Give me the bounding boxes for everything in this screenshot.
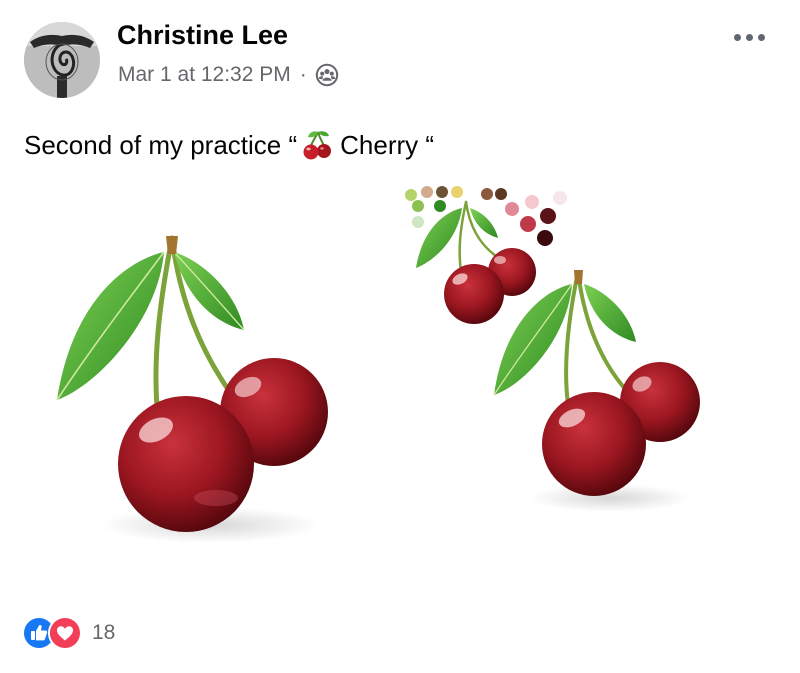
cherry-emoji bbox=[301, 129, 335, 161]
cherry-illustration-small bbox=[416, 200, 536, 324]
post-image[interactable] bbox=[0, 180, 800, 580]
author-avatar[interactable] bbox=[24, 22, 100, 98]
more-dot bbox=[757, 33, 765, 41]
reaction-count: 18 bbox=[92, 621, 116, 644]
more-dot bbox=[745, 33, 753, 41]
meta-separator: · bbox=[299, 63, 307, 86]
post-timestamp[interactable]: Mar 1 at 12:32 PM bbox=[118, 63, 291, 87]
post-text: Second of my practice “ Cherry “ bbox=[24, 129, 434, 161]
friends-icon[interactable] bbox=[315, 63, 339, 87]
author-name[interactable]: Christine Lee bbox=[117, 20, 288, 51]
post-text-after: Cherry “ bbox=[340, 129, 435, 160]
more-dot bbox=[733, 33, 741, 41]
love-icon bbox=[48, 616, 82, 650]
post-text-before: Second of my practice “ bbox=[24, 129, 298, 160]
reactions-summary[interactable]: 18 bbox=[22, 616, 115, 650]
cherry-illustration-medium bbox=[493, 270, 700, 512]
more-options-button[interactable] bbox=[728, 28, 770, 46]
post-meta: Mar 1 at 12:32 PM · bbox=[118, 62, 339, 88]
cherry-illustration-large bbox=[56, 235, 328, 543]
